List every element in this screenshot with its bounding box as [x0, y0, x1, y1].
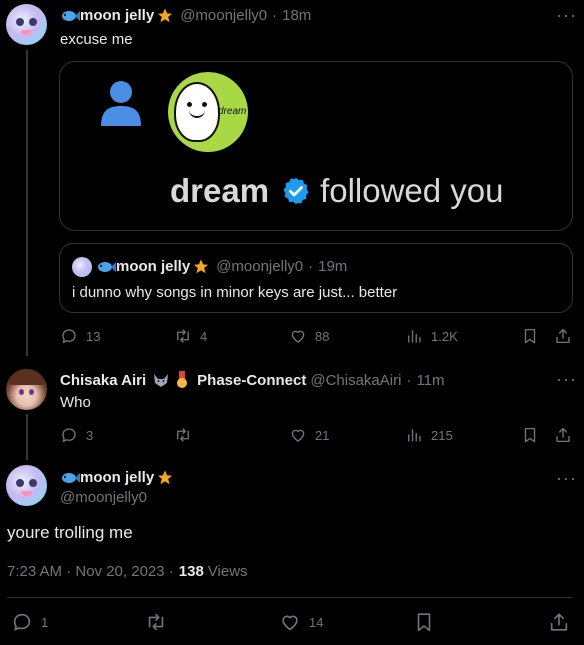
more-options-icon[interactable]: ··· — [556, 469, 577, 487]
share-icon — [550, 613, 568, 631]
repost-icon — [177, 428, 189, 442]
fish-icon — [98, 261, 116, 272]
follow-action: followed you — [320, 172, 504, 209]
more-options-icon[interactable]: ··· — [556, 6, 577, 24]
like-count: 88 — [315, 328, 330, 344]
repost-button[interactable] — [174, 426, 200, 444]
display-name[interactable]: moon jelly — [80, 469, 154, 486]
analytics-icon — [408, 429, 421, 442]
timestamp[interactable]: 18m — [282, 7, 311, 24]
main-tweet-meta: 7:23 AM · Nov 20, 2023 · 138 Views — [7, 563, 248, 580]
dream-avatar: dream — [168, 72, 248, 152]
quote-header: moon jelly @moonjelly0 · 19m — [96, 258, 347, 275]
timestamp[interactable]: 11m — [416, 372, 444, 389]
tweet-text: Who — [60, 394, 91, 411]
fish-icon — [62, 10, 80, 21]
main-tweet-header: moon jelly — [60, 469, 174, 486]
person-icon — [101, 81, 141, 126]
views-button[interactable]: 1.2K — [405, 327, 458, 345]
affiliation[interactable]: Phase-Connect — [197, 372, 306, 389]
reply-count: 3 — [86, 427, 94, 443]
share-icon — [556, 427, 570, 443]
share-button[interactable] — [554, 327, 572, 345]
display-name[interactable]: Chisaka Airi — [60, 372, 146, 389]
follower-name: dream — [170, 172, 270, 209]
tweet-header: Chisaka Airi Phase-Connect @ChisakaAiri … — [60, 371, 445, 389]
display-name[interactable]: moon jelly — [80, 7, 154, 24]
quoted-tweet[interactable]: moon jelly @moonjelly0 · 19m i dunno why… — [59, 243, 573, 313]
quote-display-name[interactable]: moon jelly — [116, 258, 190, 275]
share-button[interactable] — [548, 611, 570, 633]
thread-line-2 — [26, 414, 28, 460]
like-button[interactable]: 21 — [289, 426, 329, 444]
tweet-header: moon jelly @moonjelly0 · 18m — [60, 7, 311, 24]
views-label: Views — [207, 563, 248, 580]
like-count: 14 — [309, 614, 324, 630]
share-icon — [556, 328, 570, 344]
separator-dot: · — [406, 371, 412, 389]
bookmark-icon — [524, 328, 536, 344]
repost-icon — [148, 613, 164, 631]
reply-icon — [62, 329, 76, 344]
like-count: 21 — [315, 427, 330, 443]
star-icon — [158, 470, 173, 485]
star-icon — [158, 8, 173, 23]
heart-icon — [291, 429, 305, 442]
avatar[interactable] — [6, 4, 47, 45]
wolf-icon — [154, 374, 169, 387]
bookmark-icon — [417, 613, 431, 632]
reply-button[interactable]: 13 — [60, 327, 100, 345]
avatar[interactable] — [6, 465, 47, 506]
separator-dot: · — [308, 258, 314, 275]
verified-icon — [283, 177, 309, 205]
like-button[interactable]: 88 — [289, 327, 329, 345]
quote-avatar[interactable] — [72, 257, 92, 277]
reply-count: 1 — [41, 614, 49, 630]
like-button[interactable]: 14 — [279, 611, 323, 633]
tweet-image[interactable]: dream dream followed you — [59, 61, 573, 231]
heart-icon — [282, 615, 298, 631]
reply-icon — [62, 428, 76, 443]
fish-icon — [62, 472, 80, 483]
post-timestamp[interactable]: 7:23 AM · Nov 20, 2023 · — [7, 563, 174, 580]
divider — [7, 597, 573, 598]
reply-icon — [13, 613, 31, 631]
handle[interactable]: @moonjelly0 — [60, 489, 147, 506]
more-options-icon[interactable]: ··· — [556, 370, 577, 388]
repost-button[interactable]: 4 — [174, 327, 207, 345]
quote-timestamp[interactable]: 19m — [318, 258, 347, 275]
follow-notification: dream followed you — [170, 172, 504, 210]
repost-button[interactable] — [145, 611, 175, 633]
repost-icon — [177, 329, 189, 343]
views-count: 138 — [178, 563, 204, 580]
bookmark-button[interactable] — [413, 611, 435, 633]
reply-button[interactable]: 1 — [11, 611, 48, 633]
dream-avatar-label: dream — [218, 106, 247, 117]
bookmark-icon — [524, 427, 536, 443]
star-icon — [194, 259, 209, 274]
separator-dot: · — [272, 7, 278, 24]
views-button[interactable]: 215 — [405, 426, 453, 444]
tweet-text: excuse me — [60, 31, 133, 48]
share-button[interactable] — [554, 426, 572, 444]
reply-button[interactable]: 3 — [60, 426, 93, 444]
repost-count: 4 — [200, 328, 208, 344]
handle[interactable]: @moonjelly0 — [180, 7, 267, 24]
bookmark-button[interactable] — [521, 426, 539, 444]
handle[interactable]: @ChisakaAiri — [310, 372, 401, 389]
bookmark-button[interactable] — [521, 327, 539, 345]
quote-text: i dunno why songs in minor keys are just… — [72, 284, 398, 301]
analytics-icon — [408, 330, 421, 343]
thread-line — [26, 50, 28, 356]
medal-icon — [177, 371, 188, 388]
views-count: 215 — [431, 427, 453, 443]
quote-handle[interactable]: @moonjelly0 — [216, 258, 303, 275]
main-tweet-text: youre trolling me — [7, 523, 133, 542]
avatar[interactable] — [6, 369, 47, 410]
reply-count: 13 — [86, 328, 101, 344]
heart-icon — [291, 330, 305, 343]
views-count: 1.2K — [431, 328, 458, 344]
